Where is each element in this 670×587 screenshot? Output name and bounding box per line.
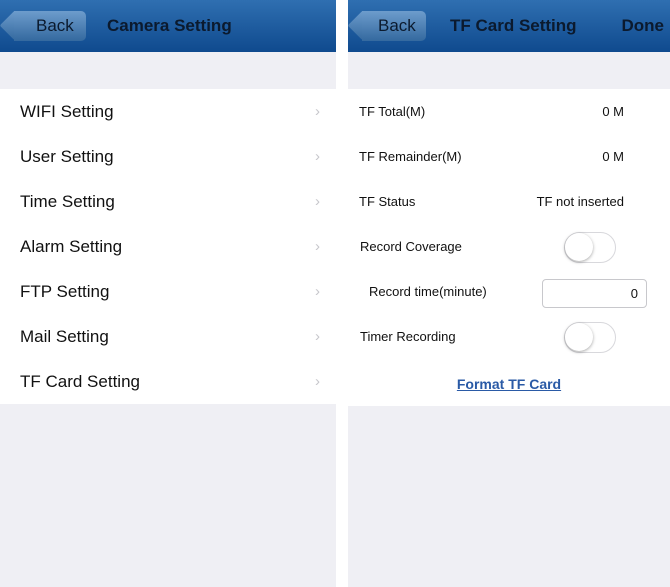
tf-total-label: TF Total(M)	[359, 104, 426, 119]
chevron-right-icon: ›	[315, 103, 320, 120]
tf-remainder-label: TF Remainder(M)	[359, 149, 462, 164]
tf-card-panel: TF Total(M) 0 M TF Remainder(M) 0 M TF S…	[348, 89, 670, 406]
chevron-right-icon: ›	[315, 238, 320, 255]
tf-status-value: TF not inserted	[536, 194, 624, 209]
format-tf-card-link[interactable]: Format TF Card	[348, 364, 670, 404]
settings-item-alarm[interactable]: Alarm Setting ›	[0, 224, 336, 269]
camera-setting-screen: Back Camera Setting WIFI Setting › User …	[0, 0, 336, 587]
settings-item-label: FTP Setting	[20, 282, 110, 301]
record-time-row: Record time(minute)	[348, 269, 670, 314]
settings-item-label: Mail Setting	[20, 327, 109, 346]
back-button-label: Back	[36, 16, 74, 35]
back-button[interactable]: Back	[14, 11, 86, 41]
settings-item-label: TF Card Setting	[20, 372, 140, 391]
record-time-label: Record time(minute)	[369, 284, 487, 299]
back-button-label: Back	[378, 16, 416, 35]
chevron-right-icon: ›	[315, 193, 320, 210]
settings-item-label: Alarm Setting	[20, 237, 123, 256]
tf-card-setting-screen: Back TF Card Setting Done TF Total(M) 0 …	[348, 0, 670, 587]
record-coverage-row: Record Coverage	[348, 224, 670, 269]
back-button-area: Back	[348, 0, 670, 52]
back-button[interactable]: Back	[362, 11, 426, 41]
settings-item-ftp[interactable]: FTP Setting ›	[0, 269, 336, 314]
settings-item-label: User Setting	[20, 147, 114, 166]
tf-total-value: 0 M	[602, 104, 624, 119]
settings-item-label: Time Setting	[20, 192, 115, 211]
tf-card-setting-navbar: Back TF Card Setting Done	[348, 0, 670, 52]
timer-recording-toggle[interactable]	[564, 322, 616, 353]
settings-item-time[interactable]: Time Setting ›	[0, 179, 336, 224]
chevron-right-icon: ›	[315, 148, 320, 165]
chevron-right-icon: ›	[315, 328, 320, 345]
settings-item-label: WIFI Setting	[20, 102, 114, 121]
tf-total-row: TF Total(M) 0 M	[348, 89, 670, 134]
record-coverage-label: Record Coverage	[360, 239, 462, 254]
settings-item-user[interactable]: User Setting ›	[0, 134, 336, 179]
chevron-right-icon: ›	[315, 373, 320, 390]
record-coverage-toggle[interactable]	[564, 232, 616, 263]
tf-remainder-row: TF Remainder(M) 0 M	[348, 134, 670, 179]
back-button-area: Back	[0, 0, 336, 52]
record-time-input[interactable]	[542, 279, 647, 308]
timer-recording-row: Timer Recording	[348, 314, 670, 359]
camera-settings-list: WIFI Setting › User Setting › Time Setti…	[0, 89, 336, 404]
camera-setting-navbar: Back Camera Setting	[0, 0, 336, 52]
settings-item-tf-card[interactable]: TF Card Setting ›	[0, 359, 336, 404]
toggle-knob	[565, 323, 593, 351]
tf-status-row: TF Status TF not inserted	[348, 179, 670, 224]
tf-status-label: TF Status	[359, 194, 416, 209]
timer-recording-label: Timer Recording	[360, 329, 456, 344]
chevron-right-icon: ›	[315, 283, 320, 300]
settings-item-wifi[interactable]: WIFI Setting ›	[0, 89, 336, 134]
tf-remainder-value: 0 M	[602, 149, 624, 164]
toggle-knob	[565, 233, 593, 261]
settings-item-mail[interactable]: Mail Setting ›	[0, 314, 336, 359]
